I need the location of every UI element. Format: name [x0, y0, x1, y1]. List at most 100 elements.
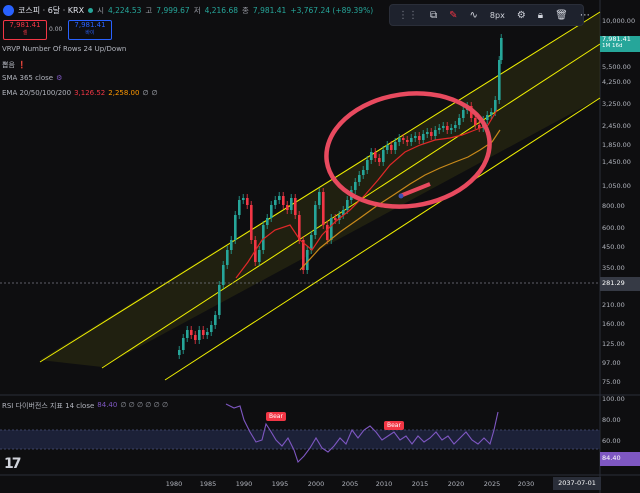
candle	[410, 138, 413, 142]
more-icon[interactable]: ⋯	[580, 10, 590, 21]
candle	[198, 330, 201, 340]
indicator-settings-icon[interactable]: ⚙	[56, 74, 62, 82]
candle	[358, 175, 361, 182]
ema-value-1: 3,126.52	[74, 89, 106, 97]
candle	[238, 200, 241, 215]
bear-label-2: Bear	[384, 421, 404, 430]
candle	[490, 112, 493, 115]
buy-button[interactable]: 7,981.41 바이	[68, 20, 112, 40]
ema-label: EMA 20/50/100/200	[2, 89, 72, 97]
alert-icon: ❗	[17, 61, 27, 69]
price-axis-label: 3,250.00	[602, 100, 631, 108]
candle	[434, 130, 437, 136]
candle	[474, 118, 477, 125]
pencil-icon[interactable]: ✎	[449, 10, 457, 21]
candle	[294, 198, 297, 215]
vrvp-label: VRVP Number Of Rows 24 Up/Down	[2, 45, 127, 53]
time-axis-label: 2010	[375, 480, 393, 488]
candle	[362, 170, 365, 175]
candle	[258, 250, 261, 262]
candle	[266, 218, 269, 225]
candle	[422, 134, 425, 140]
price-axis-label: 210.00	[602, 301, 625, 309]
sell-button[interactable]: 7,981.41 셀	[3, 20, 47, 40]
price-axis-label: 97.00	[602, 359, 621, 367]
symbol-title[interactable]: 코스피 · 6달 · KRX	[18, 5, 84, 16]
candle	[290, 198, 293, 210]
price-axis-label: 1,850.00	[602, 141, 631, 149]
price-axis-label: 2,450.00	[602, 122, 631, 130]
current-price-timeframe: 1M 16d	[602, 43, 623, 49]
annotation-dot	[398, 193, 404, 199]
time-axis-label: 2005	[341, 480, 359, 488]
candle	[270, 205, 273, 218]
high-label: 고	[145, 5, 153, 15]
lock-icon[interactable]: 🔒︎	[538, 10, 543, 21]
price-axis-label: 350.00	[602, 264, 625, 272]
candle	[326, 225, 329, 240]
ema-value-4: ∅	[151, 89, 158, 97]
price-axis-label: 125.00	[602, 340, 625, 348]
tradingview-logo-icon: 17	[4, 456, 22, 472]
crosshair-date-tag: 2037-07-01	[553, 477, 601, 490]
candle	[306, 250, 309, 270]
price-axis-label: 10,000.00	[602, 17, 636, 25]
candle	[390, 145, 393, 150]
close-value: 7,981.41	[252, 5, 287, 15]
candle	[182, 338, 185, 350]
price-axis-label: 800.00	[602, 202, 625, 210]
candle	[414, 136, 417, 138]
candle	[194, 335, 197, 340]
rsi-value-tag: 84.40	[600, 452, 640, 466]
candle	[486, 115, 489, 120]
time-axis-label: 2030	[517, 480, 535, 488]
candle	[246, 198, 249, 205]
candle	[382, 150, 385, 162]
price-axis-label: 450.00	[602, 243, 625, 251]
candle	[374, 152, 377, 158]
drag-handle-icon[interactable]: ⋮⋮	[398, 10, 418, 21]
candle	[186, 330, 189, 338]
candle	[226, 250, 229, 265]
price-axis-label: 1,450.00	[602, 158, 631, 166]
indicator-ema[interactable]: EMA 20/50/100/200 3,126.52 2,258.00 ∅ ∅	[2, 89, 158, 97]
candle	[366, 160, 369, 170]
spread-value: 0.00	[49, 26, 63, 33]
candle	[446, 126, 449, 130]
time-axis-label: 2000	[307, 480, 325, 488]
current-price-value: 7,981.41	[602, 35, 631, 43]
time-axis-label: 2020	[447, 480, 465, 488]
candle	[462, 110, 465, 118]
indicator-bulletin[interactable]: 뽑음 ❗	[2, 60, 27, 70]
indicator-sma[interactable]: SMA 365 close ⚙	[2, 74, 62, 82]
template-icon[interactable]: ⧉	[430, 10, 437, 21]
time-axis-label: 1980	[165, 480, 183, 488]
candle	[330, 218, 333, 240]
candle	[386, 145, 389, 150]
price-axis-label: 1,050.00	[602, 182, 631, 190]
rsi-title[interactable]: RSI 다이버전스 지표 14 close 84.40 ∅ ∅ ∅ ∅ ∅ ∅	[2, 401, 168, 411]
candle	[262, 225, 265, 250]
stroke-width-value[interactable]: 8px	[490, 11, 505, 20]
price-axis-label: 600.00	[602, 224, 625, 232]
channel-upper-line	[39, 11, 601, 363]
candle	[378, 158, 381, 162]
candle	[450, 128, 453, 130]
main-chart[interactable]	[0, 0, 640, 493]
line-style-icon[interactable]: ∿	[470, 10, 478, 21]
crosshair-price-tag: 281.29	[600, 277, 640, 291]
exchange-logo-icon	[3, 4, 14, 16]
candle	[202, 330, 205, 335]
candle	[314, 205, 317, 235]
indicator-vrvp[interactable]: VRVP Number Of Rows 24 Up/Down	[2, 45, 126, 53]
candle	[346, 200, 349, 210]
candle	[394, 142, 397, 150]
settings-icon[interactable]: ⚙	[517, 10, 526, 21]
channel-mid-line	[101, 43, 601, 369]
low-label: 저	[193, 5, 201, 15]
market-status-icon	[88, 7, 94, 13]
delete-icon[interactable]: 🗑︎	[555, 10, 568, 21]
candle	[286, 205, 289, 210]
candle	[250, 205, 253, 240]
candle	[406, 140, 409, 142]
